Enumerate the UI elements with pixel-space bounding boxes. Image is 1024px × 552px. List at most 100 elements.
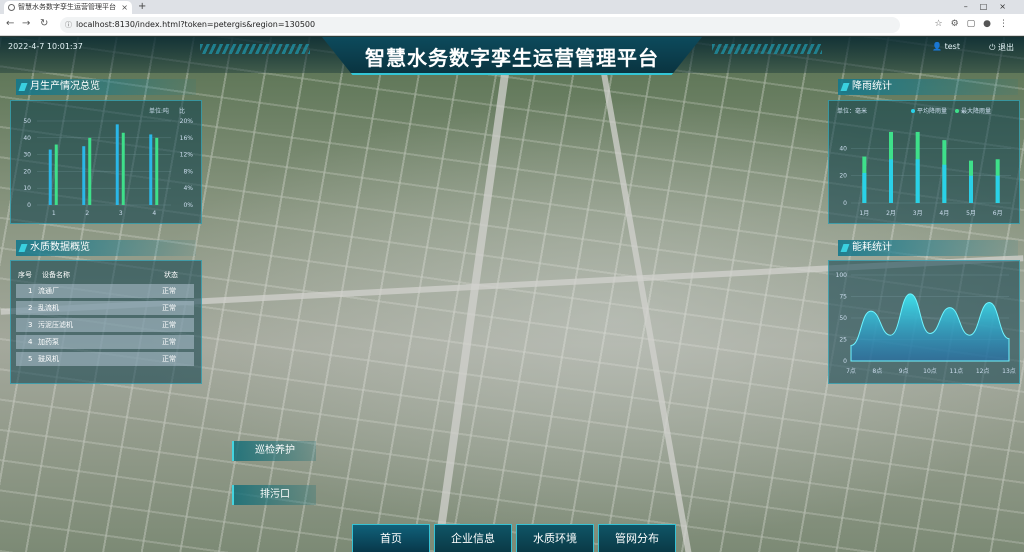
y2-tick-label: 0%	[183, 202, 193, 209]
bottom-nav: 首页 企业信息 水质环境 管网分布	[352, 524, 682, 552]
table-row[interactable]: 2 乱流机 正常	[16, 301, 194, 315]
logout-label: 退出	[998, 43, 1014, 52]
outfall-button[interactable]: 排污口	[232, 485, 316, 505]
url-field[interactable]: ⓘ localhost:8130/index.html?token=peterg…	[60, 17, 900, 33]
y-tick-label: 40	[23, 135, 31, 142]
x-tick-label: 11点	[950, 367, 964, 375]
y-tick-label: 20	[23, 168, 31, 175]
x-tick-label: 2	[85, 210, 89, 217]
info-icon: ⓘ	[65, 21, 72, 29]
x-tick-label: 1	[52, 210, 56, 217]
nav-water-quality[interactable]: 水质环境	[516, 524, 594, 552]
forward-icon[interactable]: →	[22, 18, 30, 29]
y2-tick-label: 16%	[180, 135, 194, 142]
tab-title: 智慧水务数字孪生运营管理平台	[18, 3, 116, 11]
water-quality-title-text: 水质数据概览	[30, 242, 90, 253]
header-decoration	[712, 44, 822, 54]
chart-legend: 比	[179, 107, 185, 115]
x-tick-label: 2月	[886, 210, 896, 217]
address-bar: ← → ↻ ⓘ localhost:8130/index.html?token=…	[0, 14, 1024, 36]
power-icon: ⏻	[989, 43, 998, 52]
row-status: 正常	[162, 338, 176, 346]
extension-icons[interactable]: ☆⚙▢●⋮	[935, 19, 1017, 29]
y-tick-label: 40	[839, 145, 847, 152]
header-decoration	[200, 44, 310, 54]
y-tick-label: 50	[839, 315, 847, 322]
x-tick-label: 4	[152, 210, 156, 217]
y-tick-label: 75	[839, 294, 847, 301]
y-tick-label: 25	[839, 337, 847, 344]
row-status: 正常	[162, 287, 176, 295]
y-tick-label: 50	[23, 118, 31, 125]
row-name: 鼓风机	[38, 355, 59, 363]
table-row[interactable]: 5 鼓风机 正常	[16, 352, 194, 366]
datetime: 2022-4-7 10:01:37	[8, 42, 83, 51]
table-row[interactable]: 1 流通厂 正常	[16, 284, 194, 298]
y2-tick-label: 4%	[183, 185, 193, 192]
area-series	[850, 293, 1010, 362]
nav-enterprise[interactable]: 企业信息	[434, 524, 512, 552]
energy-panel: 0 25 50 75 100 7点 8点 9点 10点 11点 12点 13点	[828, 260, 1020, 384]
row-no: 4	[28, 338, 33, 346]
favicon-icon	[8, 4, 15, 11]
row-status: 正常	[162, 321, 176, 329]
bar	[54, 144, 58, 205]
header-no: 序号	[18, 271, 32, 279]
logout-button[interactable]: ⏻ 退出	[989, 42, 1014, 53]
energy-panel-title: 能耗统计	[838, 240, 1018, 256]
user-icon: 👤	[932, 42, 945, 51]
back-icon[interactable]: ←	[6, 18, 14, 29]
x-tick-label: 1月	[859, 210, 869, 217]
water-quality-table: 序号 设备名称 状态 1 流通厂 正常 2 乱流机 正常 3 污泥压滤机 正常 4 加药泵 正常 5 鼓风…	[16, 269, 194, 366]
close-tab-icon[interactable]: ×	[121, 1, 128, 14]
nav-home[interactable]: 首页	[352, 524, 430, 552]
y-tick-label: 10	[23, 185, 31, 192]
row-name: 污泥压滤机	[38, 321, 73, 329]
bar-avg	[942, 164, 947, 203]
reload-icon[interactable]: ↻	[40, 18, 48, 29]
bar-avg	[969, 175, 973, 203]
row-name: 加药泵	[38, 338, 59, 346]
row-name: 乱流机	[38, 304, 59, 312]
bar	[88, 137, 92, 205]
window-controls[interactable]: –□×	[964, 0, 1018, 13]
production-title-text: 月生产情况总览	[30, 81, 100, 92]
row-status: 正常	[162, 355, 176, 363]
user-menu[interactable]: 👤 test	[932, 42, 960, 51]
x-tick-label: 13点	[1002, 367, 1016, 375]
legend-marker	[911, 109, 915, 113]
x-tick-label: 4月	[939, 210, 949, 217]
table-row[interactable]: 4 加药泵 正常	[16, 335, 194, 349]
y-tick-label: 0	[843, 358, 847, 365]
x-tick-label: 10点	[923, 367, 937, 375]
rainfall-panel: 单位：毫米 平均降雨量 最大降雨量 0 20 40 1月 2月 3月 4月 5月 6月	[828, 100, 1020, 224]
bar-avg	[995, 175, 1000, 203]
x-tick-label: 3	[119, 210, 123, 217]
y2-tick-label: 8%	[183, 168, 193, 175]
legend-marker	[955, 109, 959, 113]
bar	[155, 137, 159, 205]
rainfall-title-text: 降雨统计	[852, 81, 892, 92]
production-chart: 单位:吨 比 0 0% 10 4% 20 8% 30 12% 40 16% 50 20% 1 2 3 4	[23, 107, 194, 217]
y2-tick-label: 20%	[180, 118, 194, 125]
x-tick-label: 9点	[899, 367, 909, 375]
nav-pipe-network[interactable]: 管网分布	[598, 524, 676, 552]
chart-unit: 单位：毫米	[837, 107, 867, 115]
x-tick-label: 8点	[872, 367, 882, 375]
inspection-button[interactable]: 巡检养护	[232, 441, 316, 461]
x-tick-label: 5月	[966, 210, 976, 217]
table-row[interactable]: 3 污泥压滤机 正常	[16, 318, 194, 332]
production-panel: 单位:吨 比 0 0% 10 4% 20 8% 30 12% 40 16% 50 20% 1 2 3 4	[10, 100, 202, 224]
legend-label: 最大降雨量	[961, 107, 991, 115]
new-tab-icon[interactable]: +	[138, 0, 146, 13]
bar	[82, 146, 86, 205]
y-tick-label: 0	[843, 200, 847, 207]
row-no: 1	[28, 287, 33, 295]
browser-tab[interactable]: 智慧水务数字孪生运营管理平台 ×	[4, 1, 132, 14]
bar-avg	[862, 172, 867, 203]
rainfall-chart: 单位：毫米 平均降雨量 最大降雨量 0 20 40 1月 2月 3月 4月 5月 6月	[837, 107, 1011, 217]
water-quality-panel-title: 水质数据概览	[16, 240, 196, 256]
row-no: 2	[28, 304, 33, 312]
username: test	[944, 42, 960, 51]
chart-legend: 单位:吨	[149, 107, 169, 115]
